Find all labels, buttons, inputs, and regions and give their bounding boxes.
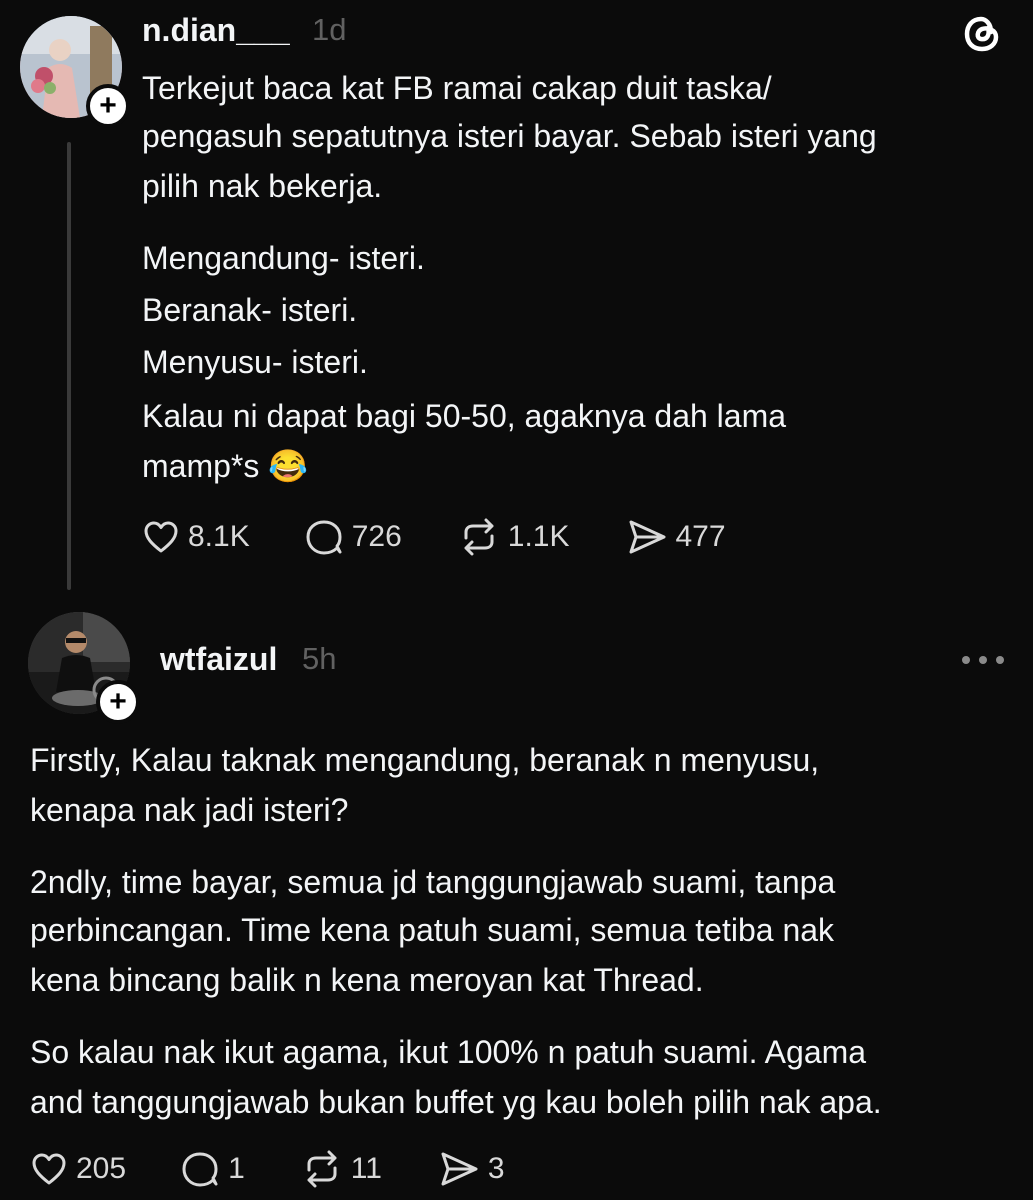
reply-timestamp: 5h	[302, 641, 337, 676]
speech-bubble-icon	[306, 520, 342, 555]
like-count: 205	[76, 1152, 127, 1185]
original-post: + n.dian___ 1d Terkejut baca kat FB rama…	[0, 0, 1033, 600]
share-button[interactable]: 3	[438, 1150, 505, 1188]
reply-text-line: So kalau nak ikut agama, ikut 100% n pat…	[30, 1034, 867, 1070]
follow-plus-button[interactable]: +	[86, 84, 130, 128]
post-action-bar: 8.1K 726 1.1K 477	[142, 518, 726, 556]
heart-icon	[144, 521, 178, 553]
reply-text-line: perbincangan. Time kena patuh suami, sem…	[30, 912, 835, 948]
repost-button[interactable]: 1.1K	[458, 518, 570, 556]
post-text-line: Mengandung- isteri.	[142, 240, 425, 276]
reply-text-line: kenapa nak jadi isteri?	[30, 792, 349, 828]
post-username[interactable]: n.dian___	[142, 12, 290, 49]
like-button[interactable]: 205	[30, 1150, 126, 1188]
post-text-line: Beranak- isteri.	[142, 292, 358, 328]
post-text-line: Kalau ni dapat bagi 50-50, agaknya dah l…	[142, 398, 787, 434]
post-text-line: Terkejut baca kat FB ramai cakap duit ta…	[142, 70, 772, 106]
post-text-line: pilih nak bekerja.	[142, 168, 383, 204]
post-text-line: Menyusu- isteri.	[142, 344, 368, 380]
follow-plus-button[interactable]: +	[96, 680, 140, 724]
repost-icon	[307, 1150, 337, 1188]
reply-text-line: Firstly, Kalau taknak mengandung, berana…	[30, 742, 820, 778]
reply-button[interactable]: 726	[304, 518, 402, 556]
reply-text-line: and tanggungjawab bukan buffet yg kau bo…	[30, 1084, 882, 1120]
reply-text-line: kena bincang balik n kena meroyan kat Th…	[30, 962, 704, 998]
heart-icon	[32, 1153, 66, 1185]
thread-connector-line	[67, 142, 71, 590]
reply-action-bar: 205 1 11 3	[30, 1150, 505, 1188]
share-count: 3	[487, 1152, 505, 1185]
send-icon	[629, 520, 665, 554]
repost-count: 11	[350, 1152, 382, 1185]
threads-logo-icon[interactable]	[960, 12, 1004, 56]
send-icon	[441, 1152, 478, 1186]
repost-count: 1.1K	[507, 520, 570, 553]
repost-button[interactable]: 11	[301, 1150, 382, 1188]
threads-screen: + n.dian___ 1d Terkejut baca kat FB rama…	[0, 0, 1033, 1200]
post-timestamp: 1d	[312, 12, 347, 47]
share-count: 477	[675, 520, 726, 553]
post-text-line: mamp*s 😂	[142, 448, 309, 484]
reply-text-line: 2ndly, time bayar, semua jd tanggungjawa…	[30, 864, 836, 900]
repost-icon	[464, 518, 494, 556]
post-text-line: pengasuh sepatutnya isteri bayar. Sebab …	[142, 118, 877, 154]
more-icon[interactable]	[962, 652, 1004, 668]
reply-button[interactable]: 1	[180, 1150, 245, 1188]
reply-username[interactable]: wtfaizul	[160, 641, 277, 678]
like-button[interactable]: 8.1K	[142, 518, 250, 556]
share-button[interactable]: 477	[626, 518, 726, 556]
reply-count: 1	[228, 1152, 245, 1185]
reply-count: 726	[351, 520, 402, 553]
like-count: 8.1K	[188, 520, 250, 553]
speech-bubble-icon	[182, 1152, 218, 1187]
